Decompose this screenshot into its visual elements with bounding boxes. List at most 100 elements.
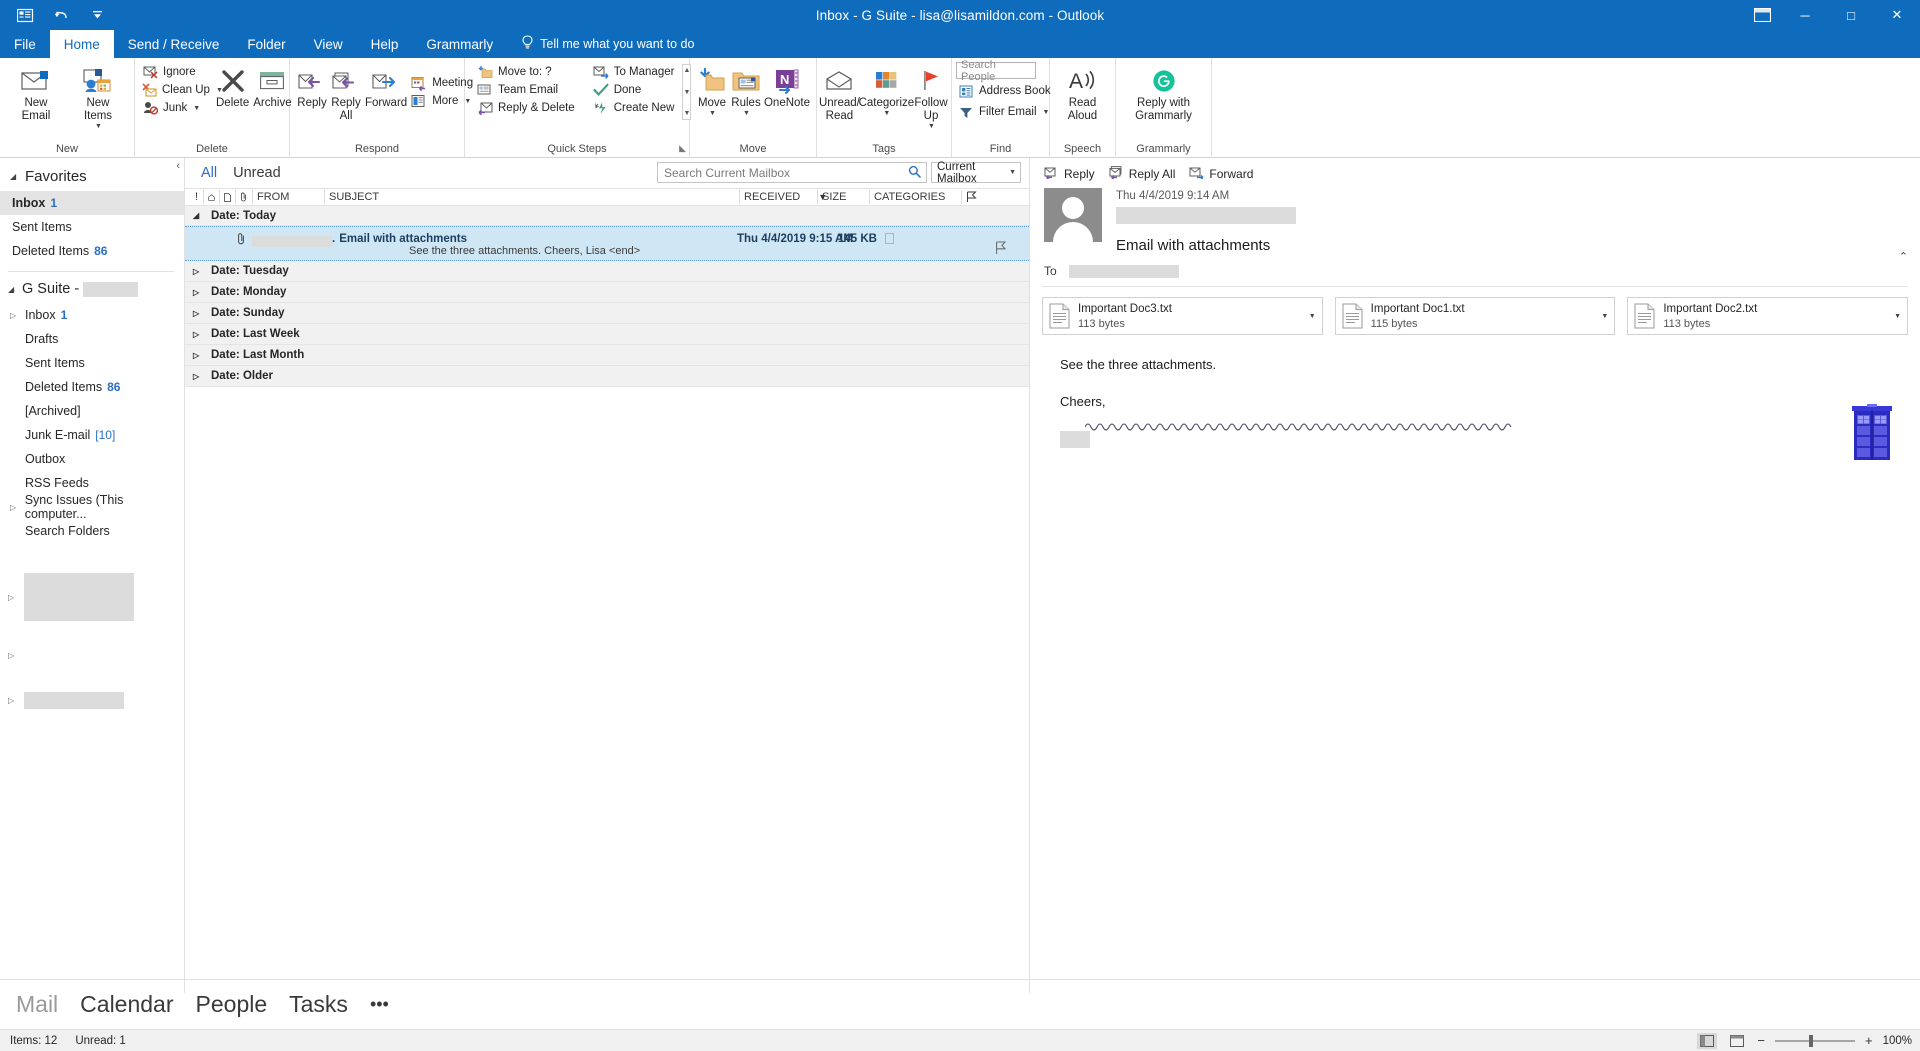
message-group-sunday[interactable]: ▷ Date: Sunday <box>185 303 1029 324</box>
reply-with-grammarly-button[interactable]: Reply with Grammarly <box>1121 62 1206 126</box>
sidebar-item-search-folders[interactable]: Search Folders <box>0 519 184 543</box>
ghost-account-3[interactable]: ▷ <box>0 662 184 709</box>
search-people-input[interactable]: Search People <box>956 59 1036 83</box>
clean-up-button[interactable]: Clean Up ▼ <box>140 81 223 99</box>
sidebar-item-outbox[interactable]: Outbox <box>0 447 184 471</box>
new-email-button[interactable]: New Email <box>7 62 65 126</box>
nav-mail[interactable]: Mail <box>16 991 58 1018</box>
delete-button[interactable]: Delete <box>214 62 251 113</box>
rules-button[interactable]: Rules ▼ <box>729 62 763 121</box>
zoom-slider[interactable] <box>1774 1034 1855 1047</box>
undo-icon[interactable] <box>50 4 72 26</box>
message-group-monday[interactable]: ▷ Date: Monday <box>185 282 1029 303</box>
reply-all-button[interactable]: Reply All <box>329 62 363 126</box>
reading-pane-forward-button[interactable]: Forward <box>1189 166 1253 182</box>
subject-column-header[interactable]: SUBJECT <box>325 190 740 204</box>
nav-people[interactable]: People <box>196 991 268 1018</box>
tab-file[interactable]: File <box>0 30 50 58</box>
tab-send-receive[interactable]: Send / Receive <box>114 30 234 58</box>
tab-folder[interactable]: Folder <box>233 30 299 58</box>
sidebar-item-rss-feeds[interactable]: RSS Feeds <box>0 471 184 495</box>
filter-tab-all[interactable]: All <box>201 165 217 181</box>
message-group-last-week[interactable]: ▷ Date: Last Week <box>185 324 1029 345</box>
nav-tasks[interactable]: Tasks <box>289 991 348 1018</box>
message-flag-icon[interactable] <box>995 241 1007 258</box>
triangle-collapsed-icon[interactable]: ▷ <box>8 651 18 660</box>
sidebar-item-favorites-sent[interactable]: Sent Items <box>0 215 184 239</box>
tab-home[interactable]: Home <box>49 30 114 58</box>
onenote-button[interactable]: N OneNote <box>763 62 811 113</box>
favorites-header[interactable]: ◢ Favorites <box>0 164 184 191</box>
zoom-level[interactable]: 100% <box>1883 1035 1912 1047</box>
filter-email-button[interactable]: Filter Email ▼ <box>956 103 1057 121</box>
triangle-collapsed-icon[interactable]: ▷ <box>10 311 20 320</box>
expand-header-icon[interactable]: ⌃ <box>1899 250 1908 263</box>
address-book-button[interactable]: Address Book <box>956 82 1057 100</box>
tab-help[interactable]: Help <box>357 30 413 58</box>
sidebar-item-favorites-inbox[interactable]: Inbox 1 <box>0 191 184 215</box>
minimize-button[interactable]: ─ <box>1782 0 1828 30</box>
quick-step-done[interactable]: Done <box>591 81 681 99</box>
unread-read-button[interactable]: Unread/ Read <box>818 62 860 126</box>
search-icon[interactable] <box>908 165 921 181</box>
triangle-collapsed-icon[interactable]: ▷ <box>8 593 18 602</box>
sidebar-item-deleted-items[interactable]: Deleted Items 86 <box>0 375 184 399</box>
junk-button[interactable]: Junk ▼ <box>140 99 214 117</box>
outlook-icon[interactable] <box>14 4 36 26</box>
maximize-button[interactable]: □ <box>1828 0 1874 30</box>
message-group-tuesday[interactable]: ▷ Date: Tuesday <box>185 261 1029 282</box>
normal-view-button[interactable] <box>1697 1032 1718 1049</box>
reminder-column-header[interactable] <box>204 190 220 204</box>
quick-step-to-manager[interactable]: To Manager <box>591 63 681 81</box>
message-group-today[interactable]: ◢ Date: Today <box>185 206 1029 226</box>
close-button[interactable]: ✕ <box>1874 0 1920 30</box>
quick-step-move-to[interactable]: Move to: ? <box>475 63 581 81</box>
item-type-column-header[interactable] <box>220 190 236 204</box>
triangle-collapsed-icon[interactable]: ▷ <box>193 309 203 318</box>
quick-step-create-new[interactable]: Create New <box>591 99 681 117</box>
ghost-account-1[interactable]: ▷ <box>0 567 184 621</box>
sidebar-item-favorites-deleted[interactable]: Deleted Items 86 <box>0 239 184 263</box>
chevron-down-icon[interactable]: ▼ <box>1894 313 1901 320</box>
reply-button[interactable]: Reply <box>295 62 329 113</box>
follow-up-button[interactable]: Follow Up ▼ <box>912 62 949 134</box>
categories-column-header[interactable]: CATEGORIES <box>870 190 962 204</box>
from-column-header[interactable]: FROM <box>253 190 325 204</box>
flag-column-header[interactable] <box>962 190 984 204</box>
triangle-collapsed-icon[interactable]: ▷ <box>193 267 203 276</box>
reading-view-button[interactable] <box>1727 1033 1747 1049</box>
quick-step-team-email[interactable]: Team Email <box>475 81 581 99</box>
collapse-folder-pane-icon[interactable]: ‹ <box>176 160 180 172</box>
search-input[interactable]: Search Current Mailbox <box>657 162 927 183</box>
quick-step-reply-delete[interactable]: Reply & Delete <box>475 99 581 117</box>
read-aloud-button[interactable]: A Read Aloud <box>1055 62 1110 126</box>
tell-me-search[interactable]: Tell me what you want to do <box>507 30 694 58</box>
size-column-header[interactable]: SIZE <box>818 190 870 204</box>
triangle-collapsed-icon[interactable]: ▷ <box>10 503 20 512</box>
triangle-collapsed-icon[interactable]: ▷ <box>193 330 203 339</box>
attachment-item[interactable]: Important Doc1.txt 115 bytes ▼ <box>1334 297 1616 335</box>
ghost-account-2[interactable]: ▷ <box>0 621 184 662</box>
categorize-button[interactable]: Categorize ▼ <box>859 62 914 121</box>
sidebar-item-sent-items[interactable]: Sent Items <box>0 351 184 375</box>
chevron-down-icon[interactable]: ▼ <box>1309 313 1316 320</box>
search-scope-dropdown[interactable]: Current Mailbox ▼ <box>931 161 1021 185</box>
reading-pane-reply-button[interactable]: Reply <box>1044 166 1095 182</box>
sidebar-item-sync-issues[interactable]: ▷ Sync Issues (This computer... <box>0 493 184 521</box>
triangle-collapsed-icon[interactable]: ▷ <box>193 288 203 297</box>
chevron-down-icon[interactable]: ▼ <box>1601 313 1608 320</box>
received-column-header[interactable]: RECEIVED ▼ <box>740 190 827 204</box>
attachment-item[interactable]: Important Doc2.txt 113 bytes ▼ <box>1627 297 1909 335</box>
nav-more-icon[interactable]: ••• <box>370 994 389 1015</box>
tab-view[interactable]: View <box>300 30 357 58</box>
ignore-button[interactable]: Ignore <box>140 63 214 81</box>
zoom-out-button[interactable]: − <box>1757 1033 1765 1048</box>
avatar[interactable] <box>1044 188 1102 242</box>
message-group-last-month[interactable]: ▷ Date: Last Month <box>185 345 1029 366</box>
sidebar-item-junk-email[interactable]: Junk E-mail [10] <box>0 423 184 447</box>
sidebar-item-drafts[interactable]: Drafts <box>0 327 184 351</box>
ribbon-display-options-icon[interactable] <box>1742 0 1782 30</box>
forward-button[interactable]: Forward <box>363 62 409 113</box>
quick-steps-dialog-launcher[interactable]: ◣ <box>679 143 686 154</box>
message-category-box[interactable] <box>885 233 894 244</box>
